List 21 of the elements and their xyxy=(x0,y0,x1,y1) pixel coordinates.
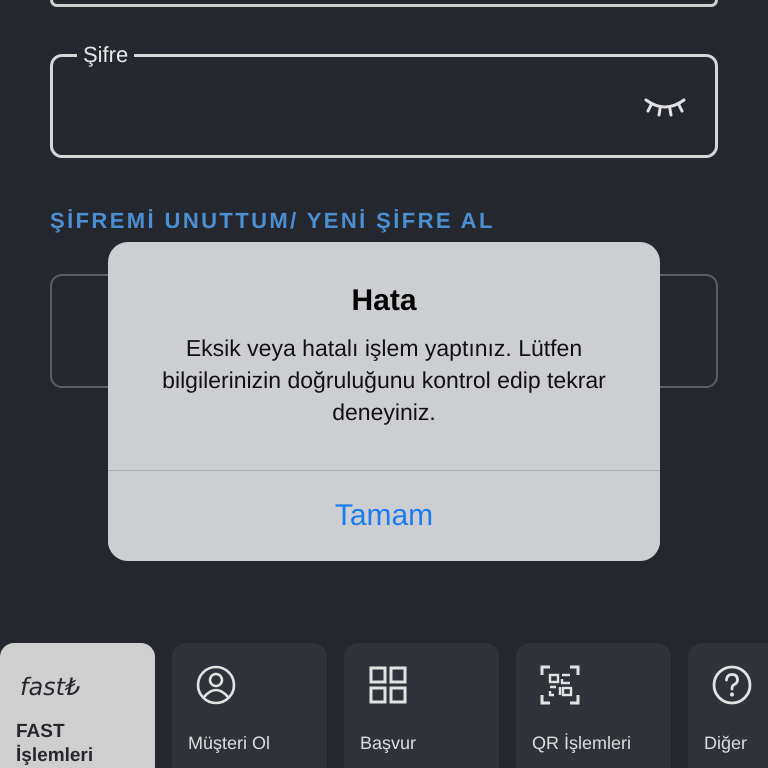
menu-tile[interactable]: Diğer xyxy=(688,643,768,768)
alert-message: Eksik veya hatalı işlem yaptınız. Lütfen bilgilerinizin doğruluğunu kontrol edip tekrar deneyiniz. xyxy=(161,334,607,427)
user-icon xyxy=(196,665,236,705)
menu-tile[interactable]: Müşteri Ol xyxy=(172,643,327,768)
grid-icon xyxy=(368,665,408,705)
forgot-password-link[interactable]: ŞİFREMİ UNUTTUM/ YENİ ŞİFRE AL xyxy=(50,208,495,234)
help-icon xyxy=(712,665,752,705)
tile-label: Müşteri Ol xyxy=(188,732,272,755)
tile-label: Başvur xyxy=(360,732,418,755)
tile-label: Diğer xyxy=(704,732,748,755)
tile-label: QR İşlemleri xyxy=(532,732,632,755)
menu-tile[interactable]: Başvur xyxy=(344,643,499,768)
tile-label: FAST İşlemleri xyxy=(16,720,94,768)
input-field[interactable] xyxy=(50,0,718,7)
logo: fast₺ xyxy=(20,673,80,701)
qr-code-icon xyxy=(540,665,580,705)
alert-title: Hata xyxy=(351,284,417,318)
menu-tile[interactable]: QR İşlemleri xyxy=(516,643,671,768)
password-field[interactable]: Şifre xyxy=(50,46,718,158)
menu-tile[interactable]: fast₺ FAST İşlemleri xyxy=(0,643,155,768)
eye-closed-icon[interactable] xyxy=(643,96,687,118)
